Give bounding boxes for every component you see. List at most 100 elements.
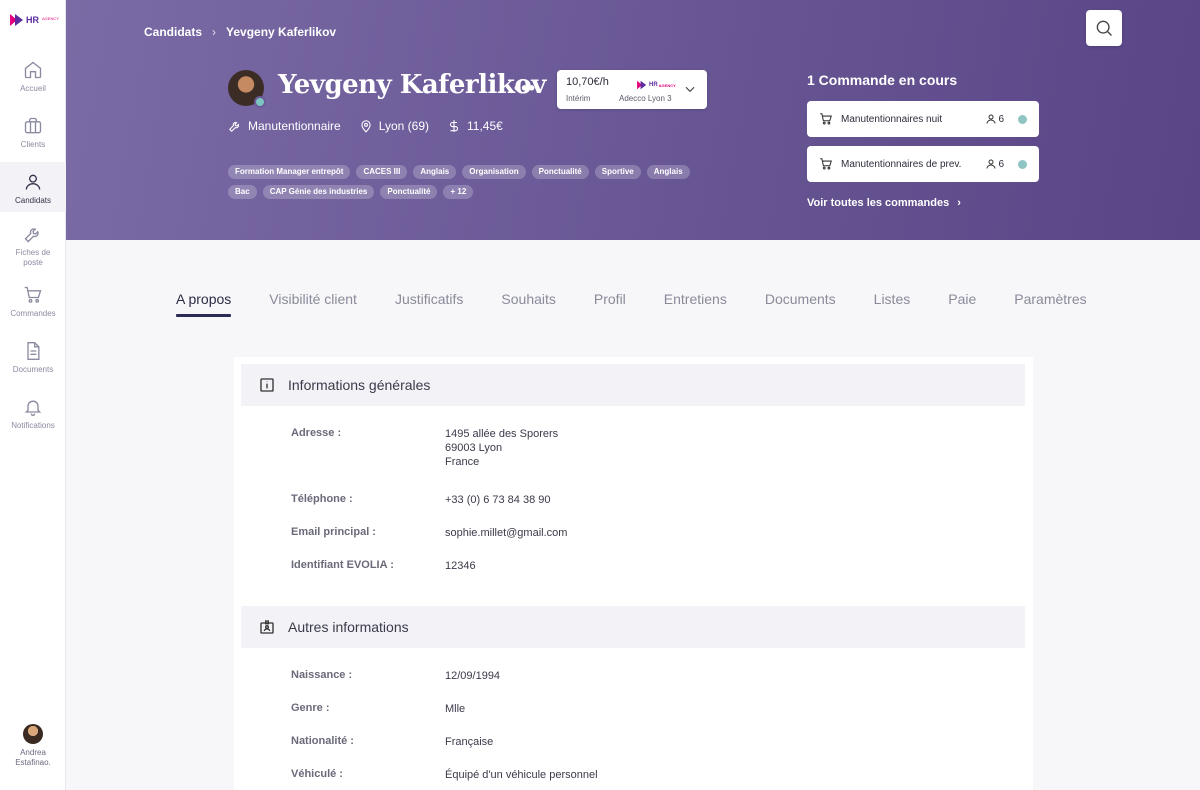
wrench-icon <box>23 224 43 244</box>
chevron-right-icon: › <box>212 25 216 39</box>
address-row: Adresse : 1495 allée des Sporers 69003 L… <box>291 427 558 469</box>
user-icon <box>985 113 997 125</box>
skills-tags: Formation Manager entrepôt CACES III Ang… <box>228 165 698 199</box>
search-button[interactable] <box>1086 10 1122 46</box>
location-pin-icon <box>359 119 373 133</box>
nationality-value: Française <box>445 735 493 749</box>
general-info-title: Informations générales <box>288 377 430 393</box>
skill-tag: Organisation <box>462 165 525 179</box>
id-card-icon <box>259 619 275 635</box>
sidebar-item-commandes[interactable]: Commandes <box>0 285 66 319</box>
skill-tag: Anglais <box>647 165 690 179</box>
order-count-value: 6 <box>998 159 1004 170</box>
logo-mark-icon <box>637 81 647 89</box>
current-user[interactable]: Andrea Estafinao. <box>0 724 66 768</box>
order-item[interactable]: Manutentionnaires de prev. 6 <box>807 146 1039 182</box>
order-item[interactable]: Manutentionnaires nuit 6 <box>807 101 1039 137</box>
sidebar-item-notifications[interactable]: Notifications <box>0 397 66 431</box>
agency-name: Adecco Lyon 3 <box>619 94 672 103</box>
vehicle-label: Véhiculé : <box>291 768 445 782</box>
user-avatar <box>23 724 43 744</box>
general-info-header: Informations générales <box>241 364 1025 406</box>
birth-value: 12/09/1994 <box>445 669 500 683</box>
email-row: Email principal : sophie.millet@gmail.co… <box>291 526 567 540</box>
see-all-orders-link[interactable]: Voir toutes les commandes › <box>807 197 961 209</box>
candidate-tabs: A propos Visibilité client Justificatifs… <box>176 291 1087 317</box>
cart-icon <box>819 157 833 171</box>
user-icon <box>23 172 43 192</box>
tab-documents[interactable]: Documents <box>765 291 836 317</box>
tab-listes[interactable]: Listes <box>874 291 911 317</box>
tab-souhaits[interactable]: Souhaits <box>501 291 555 317</box>
order-label: Manutentionnaires nuit <box>841 114 985 125</box>
sidebar-item-candidats[interactable]: Candidats <box>0 162 66 212</box>
breadcrumb: Candidats › Yevgeny Kaferlikov <box>144 25 336 39</box>
address-value: 1495 allée des Sporers 69003 Lyon France <box>445 427 558 469</box>
orders-title: 1 Commande en cours <box>807 72 957 88</box>
more-tags-button[interactable]: + 12 <box>443 185 473 199</box>
chevron-down-icon <box>683 82 697 96</box>
chevron-right-icon: › <box>957 197 961 209</box>
user-icon <box>985 158 997 170</box>
skill-tag: CAP Génie des industries <box>263 185 375 199</box>
sidebar-item-label: Commandes <box>10 309 55 319</box>
tab-parametres[interactable]: Paramètres <box>1014 291 1086 317</box>
breadcrumb-current: Yevgeny Kaferlikov <box>226 25 336 39</box>
sidebar-item-label: Fiches de poste <box>8 248 58 268</box>
sidebar-item-fiches-de-poste[interactable]: Fiches de poste <box>0 224 66 268</box>
skill-tag: Ponctualité <box>380 185 437 199</box>
birth-label: Naissance : <box>291 669 445 683</box>
gender-label: Genre : <box>291 702 445 716</box>
sidebar-item-label: Candidats <box>15 196 51 206</box>
wrench-icon <box>228 119 242 133</box>
address-line: France <box>445 456 479 468</box>
tab-a-propos[interactable]: A propos <box>176 291 231 317</box>
breadcrumb-candidats[interactable]: Candidats <box>144 25 202 39</box>
user-name: Andrea Estafinao. <box>8 748 58 768</box>
evolia-label: Identifiant EVOLIA : <box>291 559 445 573</box>
document-icon <box>23 341 43 361</box>
candidate-header: Candidats › Yevgeny Kaferlikov Yevgeny K… <box>66 0 1200 240</box>
info-icon <box>259 377 275 393</box>
logo-subtext: AGENCY <box>42 16 59 21</box>
phone-label: Téléphone : <box>291 493 445 507</box>
tab-profil[interactable]: Profil <box>594 291 626 317</box>
sidebar-item-label: Accueil <box>20 84 46 94</box>
sidebar-item-documents[interactable]: Documents <box>0 341 66 375</box>
candidate-meta: Manutentionnaire Lyon (69) 11,45€ <box>228 119 503 133</box>
tab-paie[interactable]: Paie <box>948 291 976 317</box>
address-line: 69003 Lyon <box>445 442 502 454</box>
evolia-row: Identifiant EVOLIA : 12346 <box>291 559 476 573</box>
address-line: 1495 allée des Sporers <box>445 428 558 440</box>
dollar-icon <box>447 119 461 133</box>
tab-justificatifs[interactable]: Justificatifs <box>395 291 463 317</box>
tab-visibilite-client[interactable]: Visibilité client <box>269 291 357 317</box>
home-icon <box>23 60 43 80</box>
logo-mark-icon <box>10 14 24 26</box>
sidebar-item-accueil[interactable]: Accueil <box>0 60 66 102</box>
job-info: Manutentionnaire <box>228 119 341 133</box>
briefcase-icon <box>23 116 43 136</box>
contract-rate-dropdown[interactable]: 10,70€/h HR AGENCY Intérim Adecco Lyon 3 <box>557 70 707 109</box>
candidate-avatar[interactable] <box>228 70 264 106</box>
contract-type: Intérim <box>566 94 590 103</box>
gender-row: Genre : Mlle <box>291 702 465 716</box>
nationality-label: Nationalité : <box>291 735 445 749</box>
sidebar-item-label: Clients <box>21 140 45 150</box>
more-options-button[interactable]: ••• <box>514 78 536 99</box>
hr-agency-logo[interactable]: HR AGENCY <box>10 14 59 26</box>
birth-row: Naissance : 12/09/1994 <box>291 669 500 683</box>
evolia-value: 12346 <box>445 559 476 573</box>
skill-tag: Sportive <box>595 165 641 179</box>
skill-tag: Bac <box>228 185 257 199</box>
sidebar-item-label: Notifications <box>11 421 55 431</box>
other-info-title: Autres informations <box>288 619 409 635</box>
tab-entretiens[interactable]: Entretiens <box>664 291 727 317</box>
nationality-row: Nationalité : Française <box>291 735 493 749</box>
location: Lyon (69) <box>379 119 429 133</box>
phone-value: +33 (0) 6 73 84 38 90 <box>445 493 551 507</box>
email-value: sophie.millet@gmail.com <box>445 526 567 540</box>
vehicle-value: Équipé d'un véhicule personnel <box>445 768 598 782</box>
sidebar-item-clients[interactable]: Clients <box>0 116 66 158</box>
order-count: 6 <box>985 113 1004 125</box>
